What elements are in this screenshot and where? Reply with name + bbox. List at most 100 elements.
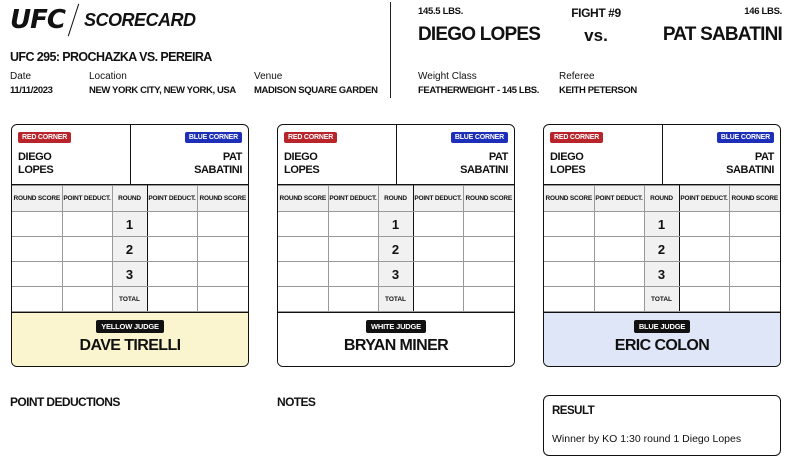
red-total-deduct-cell[interactable] [61, 286, 113, 312]
red-fighter-card-name: DIEGO LOPES [284, 151, 320, 177]
blue-fighter-name: PAT SABATINI [662, 24, 783, 45]
red-deduct-cell[interactable] [327, 261, 379, 287]
logo-divider [67, 3, 80, 37]
header-split [396, 125, 397, 185]
blue-corner-badge: BLUE CORNER [716, 132, 774, 143]
date-value: 11/11/2023 [10, 85, 53, 96]
venue-value: MADISON SQUARE GARDEN [254, 85, 378, 96]
red-corner-badge: RED CORNER [550, 132, 604, 143]
blue-deduct-cell[interactable] [678, 236, 730, 262]
round-row: 2 [278, 236, 514, 262]
red-total-deduct-cell[interactable] [327, 286, 379, 312]
red-deduct-cell[interactable] [593, 236, 645, 262]
blue-deduct-cell[interactable] [146, 236, 198, 262]
round-row: 1 [12, 211, 248, 237]
total-row: TOTAL [278, 286, 514, 312]
red-deduct-cell[interactable] [327, 236, 379, 262]
blue-deduct-cell[interactable] [146, 261, 198, 287]
red-deduct-cell[interactable] [61, 211, 113, 237]
blue-round-score-cell[interactable] [462, 236, 514, 262]
red-total-deduct-cell[interactable] [593, 286, 645, 312]
blue-deduct-cell[interactable] [412, 261, 464, 287]
blue-point-deduct-header: POINT DEDUCT. [412, 185, 464, 212]
blue-first-name: PAT [222, 151, 243, 163]
blue-round-score-cell[interactable] [462, 211, 514, 237]
referee-value: KEITH PETERSON [559, 85, 637, 96]
red-round-score-cell[interactable] [544, 211, 595, 237]
red-round-score-cell[interactable] [278, 211, 329, 237]
red-fighter-card-name: DIEGO LOPES [18, 151, 54, 177]
score-header-row: ROUND SCORE POINT DEDUCT. ROUND POINT DE… [544, 185, 780, 212]
total-row: TOTAL [12, 286, 248, 312]
blue-deduct-cell[interactable] [678, 261, 730, 287]
fight-number: FIGHT #9 [571, 6, 621, 20]
judge-badge: BLUE JUDGE [633, 320, 691, 333]
score-table: ROUND SCORE POINT DEDUCT. ROUND POINT DE… [278, 185, 514, 312]
red-deduct-cell[interactable] [593, 261, 645, 287]
red-corner-badge: RED CORNER [18, 132, 72, 143]
round-number: 3 [643, 261, 680, 287]
red-total-score-cell[interactable] [278, 286, 329, 312]
weight-class-value: FEATHERWEIGHT - 145 LBS. [418, 85, 539, 96]
judge-name: ERIC COLON [614, 337, 710, 354]
red-total-score-cell[interactable] [544, 286, 595, 312]
red-point-deduct-header: POINT DEDUCT. [61, 185, 113, 212]
red-round-score-cell[interactable] [12, 236, 63, 262]
red-round-score-cell[interactable] [544, 236, 595, 262]
red-deduct-cell[interactable] [327, 211, 379, 237]
blue-round-score-cell[interactable] [728, 211, 780, 237]
total-label: TOTAL [111, 286, 148, 312]
location-label: Location [89, 71, 127, 82]
date-label: Date [10, 71, 32, 82]
blue-round-score-cell[interactable] [462, 261, 514, 287]
blue-point-deduct-header: POINT DEDUCT. [146, 185, 198, 212]
judge-footer: BLUE JUDGE ERIC COLON [544, 312, 780, 366]
red-deduct-cell[interactable] [61, 261, 113, 287]
round-number: 1 [643, 211, 680, 237]
red-deduct-cell[interactable] [61, 236, 113, 262]
blue-round-score-cell[interactable] [196, 261, 248, 287]
blue-round-score-cell[interactable] [728, 261, 780, 287]
blue-deduct-cell[interactable] [412, 236, 464, 262]
round-number: 2 [643, 236, 680, 262]
red-round-score-cell[interactable] [12, 211, 63, 237]
blue-round-score-cell[interactable] [728, 236, 780, 262]
blue-total-deduct-cell[interactable] [146, 286, 198, 312]
vs-label: vs. [584, 26, 608, 45]
round-row: 1 [544, 211, 780, 237]
blue-round-score-cell[interactable] [196, 211, 248, 237]
red-round-score-cell[interactable] [278, 236, 329, 262]
red-first-name: DIEGO [18, 151, 52, 163]
blue-total-score-cell[interactable] [196, 286, 248, 312]
red-total-score-cell[interactable] [12, 286, 63, 312]
round-row: 2 [544, 236, 780, 262]
blue-round-score-header: ROUND SCORE [462, 185, 514, 212]
scorecard-label: SCORECARD [83, 9, 196, 30]
red-round-score-cell[interactable] [278, 261, 329, 287]
blue-point-deduct-header: POINT DEDUCT. [678, 185, 730, 212]
red-round-score-cell[interactable] [544, 261, 595, 287]
red-round-score-cell[interactable] [12, 261, 63, 287]
blue-total-deduct-cell[interactable] [678, 286, 730, 312]
blue-round-score-cell[interactable] [196, 236, 248, 262]
total-label: TOTAL [377, 286, 414, 312]
blue-deduct-cell[interactable] [412, 211, 464, 237]
blue-total-score-cell[interactable] [462, 286, 514, 312]
score-header-row: ROUND SCORE POINT DEDUCT. ROUND POINT DE… [12, 185, 248, 212]
card-header: RED CORNER DIEGO LOPES BLUE CORNER PAT S… [544, 125, 780, 185]
result-text: Winner by KO 1:30 round 1 Diego Lopes [552, 433, 742, 445]
red-point-deduct-header: POINT DEDUCT. [593, 185, 645, 212]
red-point-deduct-header: POINT DEDUCT. [327, 185, 379, 212]
judge-scorecard-3: RED CORNER DIEGO LOPES BLUE CORNER PAT S… [543, 124, 781, 367]
blue-deduct-cell[interactable] [678, 211, 730, 237]
location-value: NEW YORK CITY, NEW YORK, USA [89, 85, 236, 96]
round-row: 3 [278, 261, 514, 287]
blue-deduct-cell[interactable] [146, 211, 198, 237]
venue-label: Venue [254, 71, 283, 82]
red-last-name: LOPES [18, 164, 54, 176]
blue-total-score-cell[interactable] [728, 286, 780, 312]
blue-total-deduct-cell[interactable] [412, 286, 464, 312]
round-number: 3 [377, 261, 414, 287]
red-fighter-weight: 145.5 LBS. [418, 6, 464, 17]
red-deduct-cell[interactable] [593, 211, 645, 237]
